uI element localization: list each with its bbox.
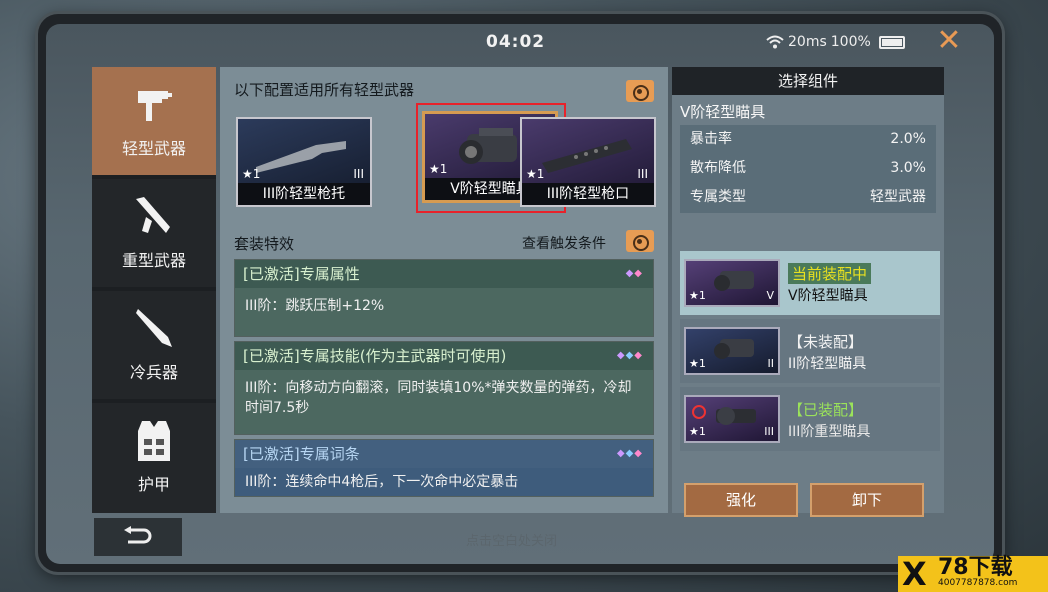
component-slot-equipped[interactable]: ★1 III 【已装配】 III阶重型瞄具 — [680, 387, 940, 451]
watermark-name: 78下载 — [938, 555, 1013, 580]
tier-label: III — [353, 167, 364, 181]
scope-icon — [714, 271, 754, 291]
effect-header: [已激活]专属词条 — [243, 445, 360, 463]
effect-header: [已激活]专属属性 — [243, 265, 360, 283]
sidebar-item-armor[interactable]: 护甲 — [92, 403, 216, 513]
star-level: ★1 — [689, 289, 706, 302]
tier-label: V — [766, 289, 774, 302]
game-screen: 04:02 20ms 100% ✕ 轻型武器 重型武器 冷兵器 护甲 以下配置适… — [46, 24, 994, 564]
upgrade-button[interactable]: 强化 — [684, 483, 798, 517]
diamond-icon: ◆◆◆ — [616, 350, 643, 361]
sidebar-item-melee[interactable]: 冷兵器 — [92, 291, 216, 399]
sidebar-item-label: 重型武器 — [121, 251, 186, 270]
slot-name: II阶轻型瞄具 — [788, 356, 867, 372]
view-conditions-link[interactable]: 查看触发条件 — [522, 233, 606, 253]
stat-value: 轻型武器 — [870, 189, 926, 205]
sidebar-item-heavy-weapons[interactable]: 重型武器 — [92, 179, 216, 287]
battery-icon — [878, 35, 905, 49]
vest-icon — [138, 421, 170, 461]
stock-icon — [256, 141, 346, 173]
stat-label: 暴击率 — [690, 131, 732, 147]
set-effects-title: 套装特效 — [234, 235, 295, 253]
close-hint[interactable]: 点击空白处关闭 — [466, 530, 557, 549]
slot-name: III阶重型瞄具 — [788, 424, 871, 440]
diamond-icon: ◆◆◆ — [616, 448, 643, 459]
remove-button[interactable]: 卸下 — [810, 483, 924, 517]
star-level: ★1 — [689, 357, 706, 370]
eye-icon[interactable] — [626, 80, 654, 102]
stat-value: 2.0% — [890, 131, 926, 147]
sidebar-item-light-weapons[interactable]: 轻型武器 — [92, 67, 216, 175]
effect-skill: [已激活]专属技能(作为主武器时可使用) ◆◆◆ III阶：向移动方向翻滚，同时装… — [234, 341, 654, 435]
component-slot-current[interactable]: ★1 V 当前装配中 V阶轻型瞄具 — [680, 251, 940, 315]
rocket-launcher-icon — [136, 197, 170, 233]
stats-table: 暴击率 2.0% 散布降低 3.0% 专属类型 轻型武器 — [680, 125, 936, 213]
selected-component-name: V阶轻型瞄具 — [680, 103, 766, 121]
muzzle-icon — [542, 139, 632, 173]
stat-row: 暴击率 2.0% — [680, 125, 936, 154]
star-level: ★1 — [689, 425, 706, 438]
effect-body: III阶：连续命中4枪后，下一次命中必定暴击 — [235, 468, 653, 496]
stat-row: 专属类型 轻型武器 — [680, 183, 936, 212]
component-thumb: ★1 II — [684, 327, 780, 375]
star-level: ★1 — [526, 167, 545, 181]
card-name: III阶轻型枪口 — [522, 183, 654, 205]
diamond-icon: ◆◆ — [625, 268, 643, 279]
smg-icon — [138, 91, 172, 121]
component-thumb: ★1 III — [684, 395, 780, 443]
part-card-muzzle[interactable]: ★1 III III阶轻型枪口 — [520, 117, 656, 207]
back-button[interactable] — [94, 518, 182, 556]
sidebar-item-label: 护甲 — [137, 475, 170, 494]
close-icon[interactable]: ✕ — [934, 26, 964, 56]
slot-status: 【未装配】 — [788, 333, 864, 351]
stat-label: 专属类型 — [690, 189, 746, 205]
tier-label: III — [764, 425, 774, 438]
slot-name: V阶轻型瞄具 — [788, 288, 868, 304]
star-level: ★1 — [242, 167, 261, 181]
warning-icon — [692, 405, 706, 419]
tier-label: II — [767, 357, 775, 370]
knife-icon — [136, 309, 172, 347]
slot-status: 当前装配中 — [788, 263, 872, 284]
sidebar-item-label: 冷兵器 — [129, 363, 178, 382]
stat-label: 散布降低 — [690, 160, 746, 176]
watermark-logo: X 78下载 4007787878.com — [898, 556, 1048, 592]
component-slot-unequipped[interactable]: ★1 II 【未装配】 II阶轻型瞄具 — [680, 319, 940, 383]
effect-entry: [已激活]专属词条 ◆◆◆ III阶：连续命中4枪后，下一次命中必定暴击 — [234, 439, 654, 497]
sidebar-item-label: 轻型武器 — [121, 139, 186, 158]
component-panel: 选择组件 V阶轻型瞄具 暴击率 2.0% 散布降低 3.0% 专属类型 轻型武器 ★1… — [672, 67, 944, 517]
eye-icon[interactable] — [626, 230, 654, 252]
part-card-stock[interactable]: ★1 III III阶轻型枪托 — [236, 117, 372, 207]
status-bar: 04:02 20ms 100% ✕ — [46, 24, 994, 62]
effect-body: III阶：向移动方向翻滚，同时装填10%*弹夹数量的弹药，冷却时间7.5秒 — [235, 370, 653, 434]
category-sidebar: 轻型武器 重型武器 冷兵器 护甲 — [92, 67, 216, 513]
battery-text: 100% — [830, 34, 871, 50]
ping-text: 20ms — [788, 34, 827, 50]
watermark-mark: X — [902, 555, 927, 592]
status-indicators: 20ms 100% — [766, 34, 905, 50]
effect-header: [已激活]专属技能(作为主武器时可使用) — [243, 347, 507, 365]
component-thumb: ★1 V — [684, 259, 780, 307]
tier-label: III — [637, 167, 648, 181]
wifi-icon — [766, 35, 784, 49]
effect-body: III阶：跳跃压制+12% — [235, 288, 653, 336]
watermark-url: 4007787878.com — [938, 578, 1018, 588]
config-panel: 以下配置适用所有轻型武器 ★1 III III阶轻型枪托 ★1 V V阶轻型瞄具… — [220, 67, 668, 513]
stat-value: 3.0% — [890, 160, 926, 176]
panel-title: 以下配置适用所有轻型武器 — [234, 81, 415, 99]
heavy-scope-icon — [716, 407, 756, 425]
slot-status: 【已装配】 — [788, 401, 864, 419]
effect-attribute: [已激活]专属属性 ◆◆ III阶：跳跃压制+12% — [234, 259, 654, 337]
stat-row: 散布降低 3.0% — [680, 154, 936, 183]
component-panel-title: 选择组件 — [672, 67, 944, 95]
back-arrow-icon — [124, 526, 152, 544]
card-name: III阶轻型枪托 — [238, 183, 370, 205]
clock: 04:02 — [486, 32, 546, 52]
scope-icon — [714, 339, 754, 359]
